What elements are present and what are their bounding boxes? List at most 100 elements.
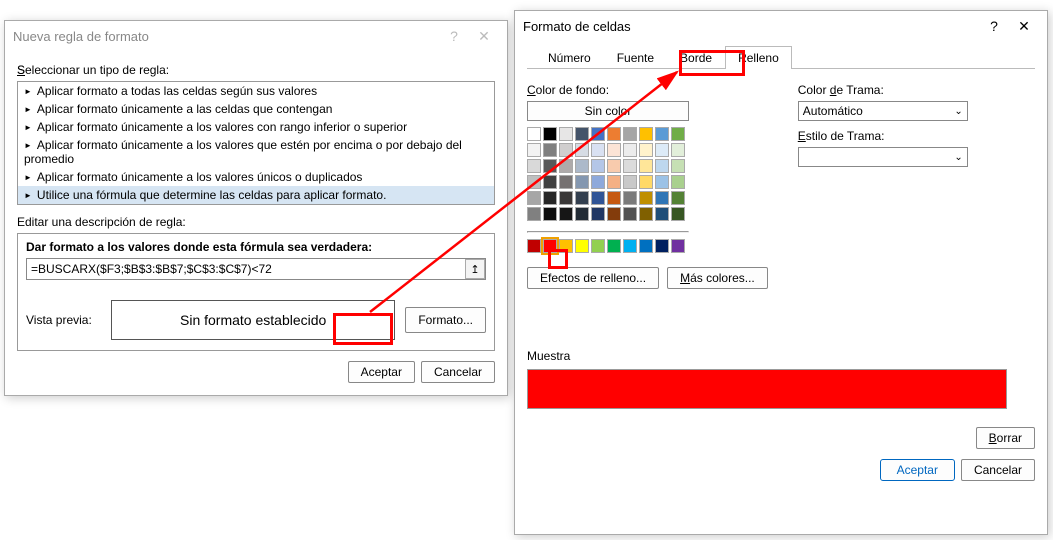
color-swatch[interactable] bbox=[655, 191, 669, 205]
color-swatch[interactable] bbox=[575, 175, 589, 189]
color-swatch[interactable] bbox=[655, 239, 669, 253]
pattern-color-value: Automático bbox=[803, 104, 863, 118]
tab-strip: Número Fuente Borde Relleno bbox=[527, 45, 1035, 69]
color-swatch[interactable] bbox=[559, 127, 573, 141]
help-icon[interactable]: ? bbox=[439, 28, 469, 44]
color-swatch[interactable] bbox=[623, 191, 637, 205]
rule-option[interactable]: Aplicar formato únicamente a los valores… bbox=[18, 136, 494, 168]
color-swatch[interactable] bbox=[591, 143, 605, 157]
color-swatch[interactable] bbox=[607, 175, 621, 189]
color-swatch[interactable] bbox=[671, 175, 685, 189]
color-swatch[interactable] bbox=[639, 207, 653, 221]
tab-borde[interactable]: Borde bbox=[667, 46, 725, 69]
no-color-button[interactable]: Sin color bbox=[527, 101, 689, 121]
color-swatch[interactable] bbox=[527, 191, 541, 205]
color-swatch[interactable] bbox=[671, 159, 685, 173]
color-swatch[interactable] bbox=[671, 191, 685, 205]
color-swatch[interactable] bbox=[607, 239, 621, 253]
color-swatch[interactable] bbox=[591, 159, 605, 173]
rule-option[interactable]: Aplicar formato únicamente a las celdas … bbox=[18, 100, 494, 118]
color-swatch[interactable] bbox=[543, 159, 557, 173]
color-swatch[interactable] bbox=[575, 159, 589, 173]
color-swatch[interactable] bbox=[623, 239, 637, 253]
color-swatch[interactable] bbox=[639, 143, 653, 157]
color-swatch[interactable] bbox=[543, 191, 557, 205]
color-swatch[interactable] bbox=[623, 127, 637, 141]
color-swatch[interactable] bbox=[655, 143, 669, 157]
color-swatch[interactable] bbox=[607, 159, 621, 173]
color-swatch[interactable] bbox=[543, 175, 557, 189]
color-swatch[interactable] bbox=[527, 239, 541, 253]
color-swatch[interactable] bbox=[607, 143, 621, 157]
rule-option[interactable]: Utilice una fórmula que determine las ce… bbox=[18, 186, 494, 204]
color-swatch[interactable] bbox=[575, 207, 589, 221]
color-swatch[interactable] bbox=[639, 127, 653, 141]
rule-option[interactable]: Aplicar formato únicamente a los valores… bbox=[18, 118, 494, 136]
color-swatch[interactable] bbox=[543, 127, 557, 141]
clear-button[interactable]: Borrar bbox=[976, 427, 1035, 449]
color-swatch[interactable] bbox=[527, 159, 541, 173]
color-swatch[interactable] bbox=[527, 143, 541, 157]
color-swatch[interactable] bbox=[591, 191, 605, 205]
color-swatch[interactable] bbox=[591, 175, 605, 189]
color-swatch[interactable] bbox=[591, 207, 605, 221]
ok-button[interactable]: Aceptar bbox=[880, 459, 955, 481]
color-swatch[interactable] bbox=[591, 127, 605, 141]
close-icon[interactable]: ✕ bbox=[469, 28, 499, 45]
color-swatch[interactable] bbox=[575, 127, 589, 141]
collapse-dialog-icon[interactable]: ↥ bbox=[465, 259, 485, 279]
color-swatch[interactable] bbox=[559, 239, 573, 253]
color-swatch[interactable] bbox=[623, 175, 637, 189]
color-swatch[interactable] bbox=[655, 159, 669, 173]
color-swatch[interactable] bbox=[559, 207, 573, 221]
color-swatch[interactable] bbox=[575, 239, 589, 253]
color-swatch[interactable] bbox=[543, 239, 557, 253]
color-swatch[interactable] bbox=[623, 207, 637, 221]
color-swatch[interactable] bbox=[655, 207, 669, 221]
formula-input[interactable] bbox=[26, 258, 486, 280]
close-icon[interactable]: ✕ bbox=[1009, 18, 1039, 35]
color-swatch[interactable] bbox=[607, 191, 621, 205]
rule-option[interactable]: Aplicar formato a todas las celdas según… bbox=[18, 82, 494, 100]
help-icon[interactable]: ? bbox=[979, 18, 1009, 34]
tab-numero[interactable]: Número bbox=[535, 46, 604, 69]
color-swatch[interactable] bbox=[575, 191, 589, 205]
rule-type-list: Aplicar formato a todas las celdas según… bbox=[17, 81, 495, 205]
color-swatch[interactable] bbox=[559, 175, 573, 189]
color-swatch[interactable] bbox=[575, 143, 589, 157]
ok-button[interactable]: Aceptar bbox=[348, 361, 415, 383]
color-swatch[interactable] bbox=[639, 191, 653, 205]
color-swatch[interactable] bbox=[671, 127, 685, 141]
color-swatch[interactable] bbox=[671, 143, 685, 157]
cancel-button[interactable]: Cancelar bbox=[961, 459, 1035, 481]
color-swatch[interactable] bbox=[527, 127, 541, 141]
tab-fuente[interactable]: Fuente bbox=[604, 46, 667, 69]
more-colors-button[interactable]: Más colores... bbox=[667, 267, 768, 289]
color-swatch[interactable] bbox=[655, 175, 669, 189]
color-swatch[interactable] bbox=[607, 127, 621, 141]
pattern-color-dropdown[interactable]: Automático ⌄ bbox=[798, 101, 968, 121]
fill-effects-button[interactable]: Efectos de relleno... bbox=[527, 267, 659, 289]
color-swatch[interactable] bbox=[623, 143, 637, 157]
color-swatch[interactable] bbox=[623, 159, 637, 173]
rule-option[interactable]: Aplicar formato únicamente a los valores… bbox=[18, 168, 494, 186]
color-swatch[interactable] bbox=[671, 207, 685, 221]
color-swatch[interactable] bbox=[559, 159, 573, 173]
tab-relleno[interactable]: Relleno bbox=[725, 46, 792, 69]
color-swatch[interactable] bbox=[639, 175, 653, 189]
pattern-style-dropdown[interactable]: ⌄ bbox=[798, 147, 968, 167]
color-swatch[interactable] bbox=[559, 191, 573, 205]
color-swatch[interactable] bbox=[607, 207, 621, 221]
color-swatch[interactable] bbox=[559, 143, 573, 157]
color-swatch[interactable] bbox=[543, 143, 557, 157]
color-swatch[interactable] bbox=[527, 207, 541, 221]
format-button[interactable]: Formato... bbox=[405, 307, 486, 333]
color-swatch[interactable] bbox=[671, 239, 685, 253]
color-swatch[interactable] bbox=[527, 175, 541, 189]
color-swatch[interactable] bbox=[591, 239, 605, 253]
color-swatch[interactable] bbox=[543, 207, 557, 221]
color-swatch[interactable] bbox=[639, 159, 653, 173]
cancel-button[interactable]: Cancelar bbox=[421, 361, 495, 383]
color-swatch[interactable] bbox=[639, 239, 653, 253]
color-swatch[interactable] bbox=[655, 127, 669, 141]
